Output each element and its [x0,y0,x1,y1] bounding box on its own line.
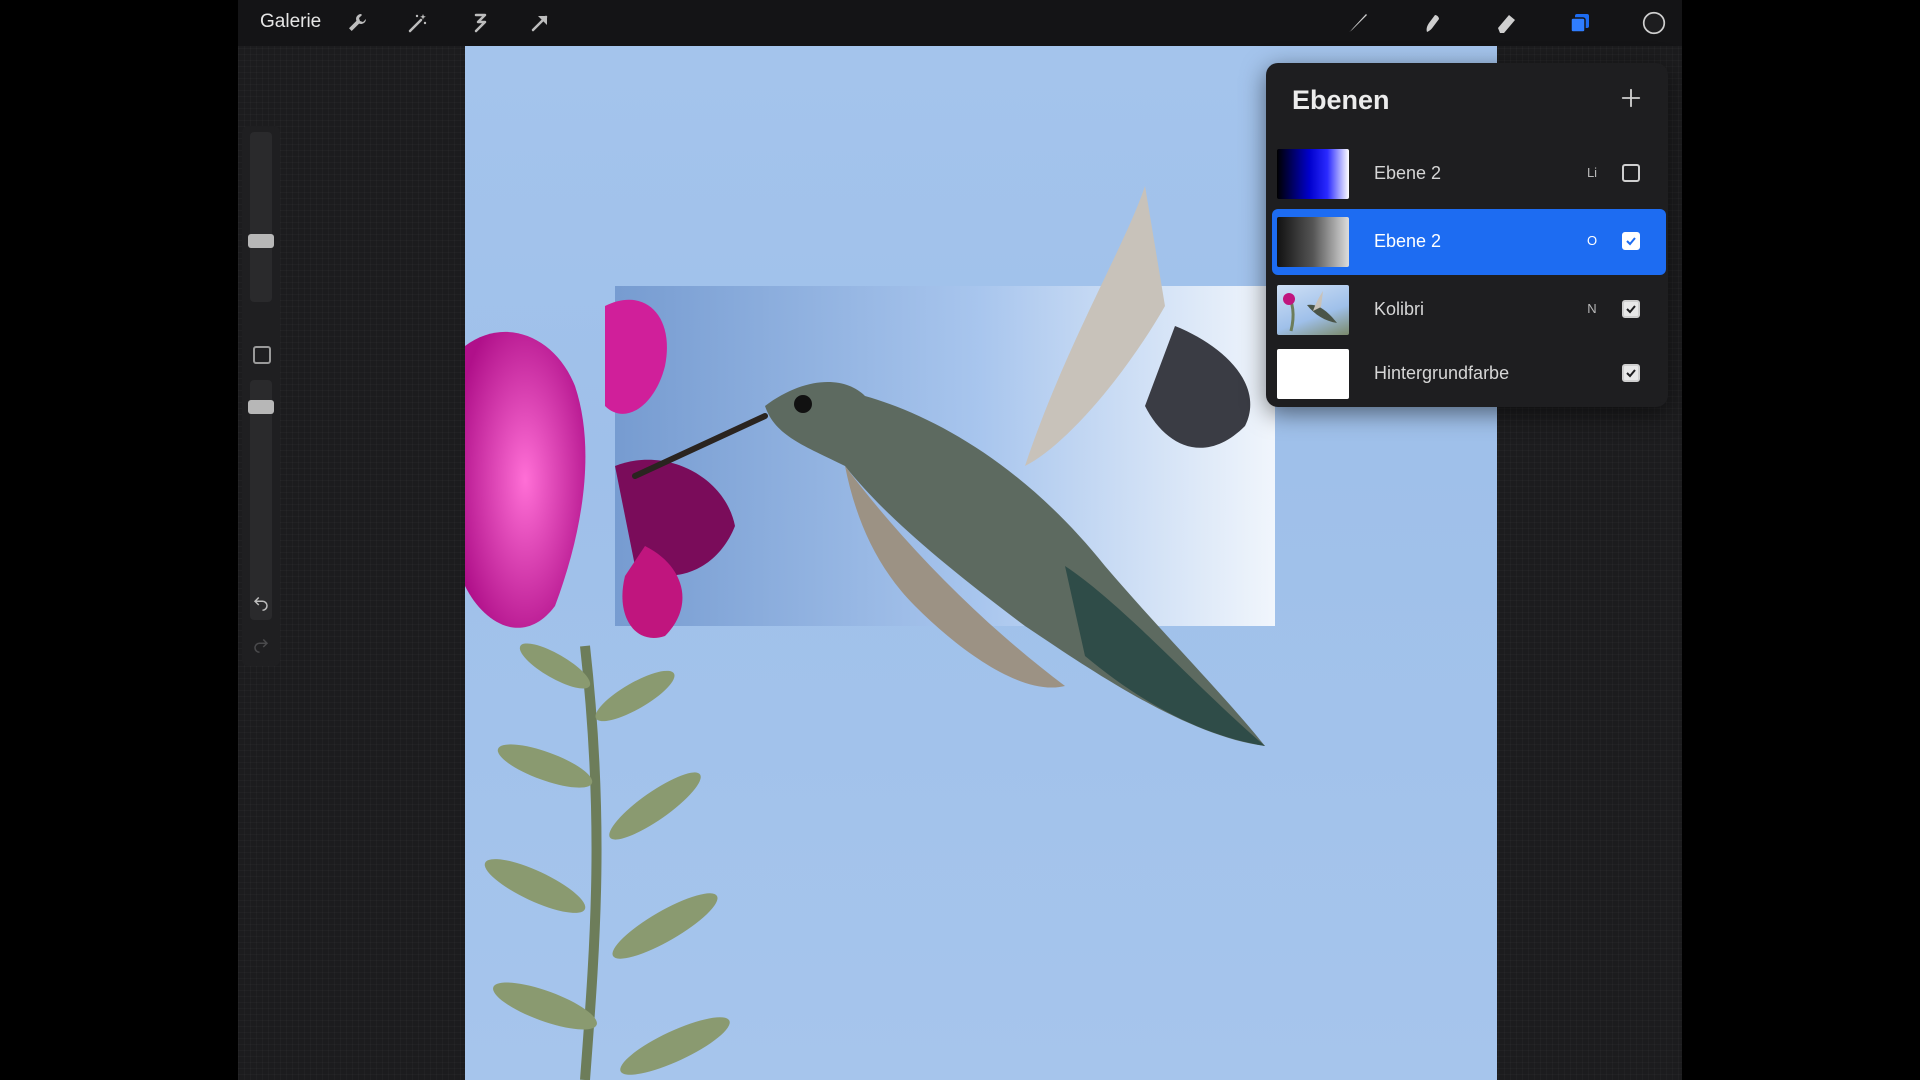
layers-icon[interactable] [1566,9,1594,37]
checkmark-icon [1626,369,1636,378]
layer-row[interactable]: Ebene 2 O [1272,209,1666,275]
checkmark-icon [1626,237,1636,246]
hummingbird-thumbnail-icon [1283,291,1337,332]
gallery-button[interactable]: Galerie [260,11,321,33]
brush-size-slider[interactable] [250,132,272,302]
eraser-icon[interactable] [1492,9,1520,37]
layer-row[interactable]: Kolibri N [1272,277,1666,343]
layer-name: Ebene 2 [1374,231,1442,251]
checkmark-icon [1626,305,1636,314]
top-toolbar: Galerie [238,0,1682,46]
brush-icon[interactable] [1344,9,1372,37]
layer-row[interactable]: Ebene 2 Li [1272,141,1666,207]
visibility-checkbox[interactable] [1622,364,1640,382]
visibility-checkbox[interactable] [1622,232,1640,250]
layer-row[interactable]: Hintergrundfarbe [1272,341,1666,407]
layer-name: Ebene 2 [1374,163,1442,183]
undo-icon[interactable] [249,590,273,614]
blend-mode-label[interactable]: N [1582,301,1602,316]
layer-thumbnail [1277,285,1349,335]
blend-mode-label[interactable]: O [1582,233,1602,248]
opacity-slider[interactable] [250,380,272,620]
procreate-app: Galerie Ebenen Ebene 2 Li Ebene 2 O Koli… [238,0,1682,1080]
layer-thumbnail [1277,217,1349,267]
transform-arrow-icon[interactable] [526,9,554,37]
layer-name: Kolibri [1374,299,1425,319]
visibility-checkbox[interactable] [1622,164,1640,182]
layer-name: Hintergrundfarbe [1374,363,1510,383]
layer-thumbnail [1277,349,1349,399]
magic-wand-icon[interactable] [404,9,432,37]
wrench-icon[interactable] [344,9,372,37]
visibility-checkbox[interactable] [1622,300,1640,318]
plus-icon [1621,88,1641,108]
brush-size-handle[interactable] [248,234,274,248]
left-sidebar [242,126,280,666]
panel-title: Ebenen [1292,85,1390,115]
color-icon[interactable] [1640,9,1668,37]
opacity-handle[interactable] [248,400,274,414]
layer-thumbnail [1277,149,1349,199]
add-layer-button[interactable] [1616,83,1646,113]
modify-button[interactable] [253,346,271,364]
redo-icon[interactable] [249,632,273,656]
selection-icon[interactable] [466,9,494,37]
layers-panel: Ebenen Ebene 2 Li Ebene 2 O Kolibri N Hi… [1266,63,1668,407]
smudge-icon[interactable] [1418,9,1446,37]
blend-mode-label[interactable]: Li [1582,165,1602,180]
